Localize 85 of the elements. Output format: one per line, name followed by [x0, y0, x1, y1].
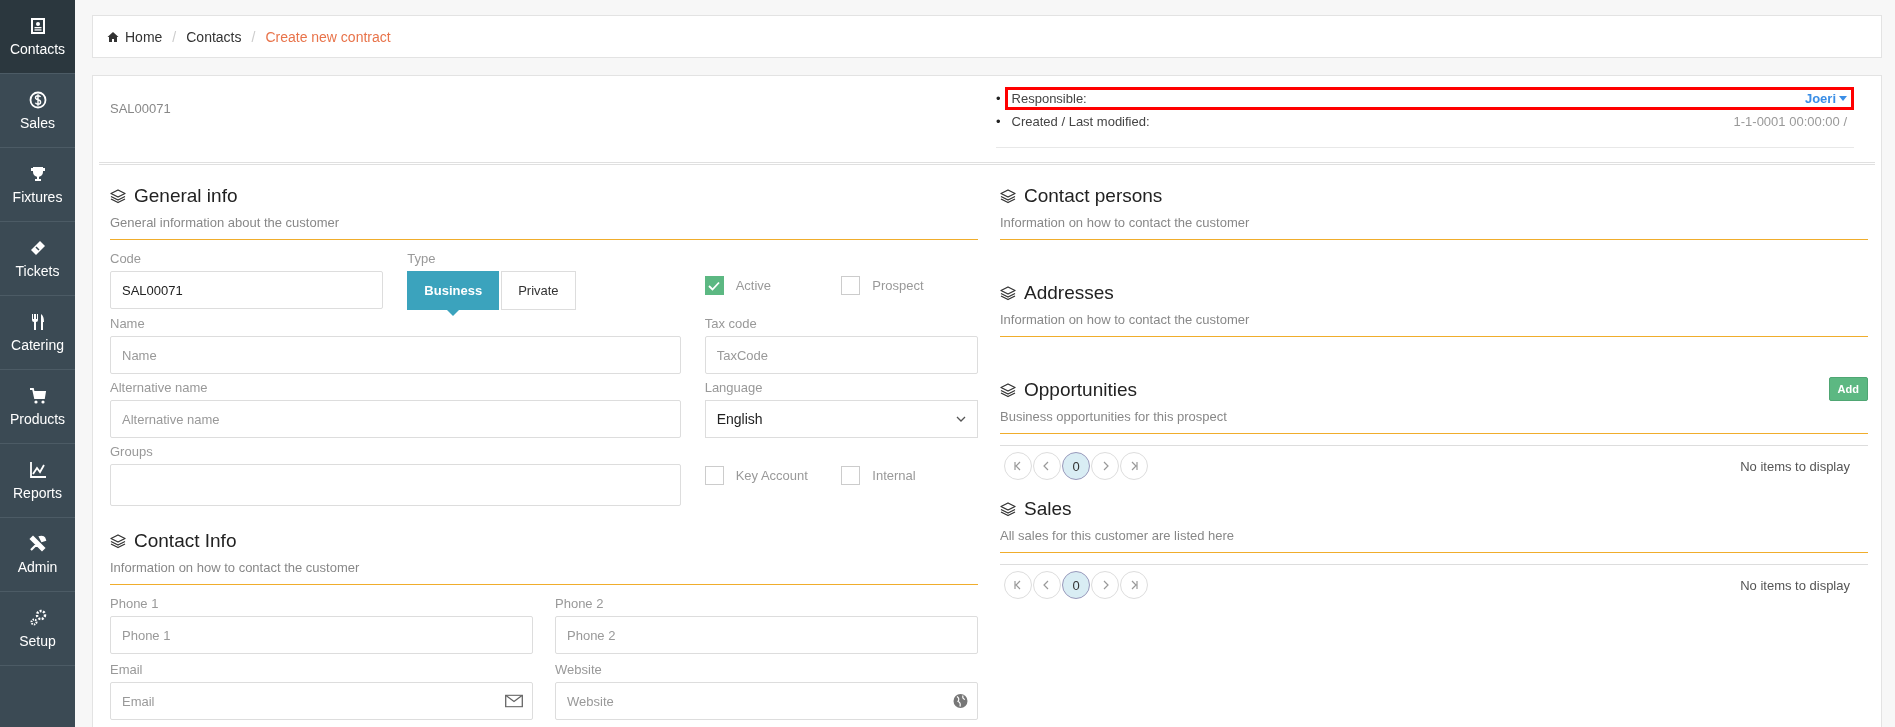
first-page-icon [1013, 461, 1023, 471]
field-label: Phone 1 [110, 596, 160, 611]
checkbox[interactable] [841, 276, 861, 295]
home-icon [107, 30, 119, 43]
field-label: Alternative name [110, 380, 209, 395]
previous-page-button[interactable] [1033, 571, 1061, 599]
text-input[interactable]: Phone 1 [110, 616, 533, 654]
language-select[interactable]: English [704, 400, 978, 438]
layers-icon [110, 188, 126, 204]
section-title: Contact Info [134, 530, 237, 552]
meta-label: Responsible: [1011, 91, 1087, 106]
type-option-button[interactable]: Private [501, 271, 576, 310]
section-subtitle: Business opportunities for this prospect [1000, 409, 1868, 434]
layers-icon [110, 533, 126, 549]
last-page-button[interactable] [1120, 452, 1148, 480]
section-subtitle: Information on how to contact the customer [1000, 215, 1868, 240]
section-title: Contact persons [1024, 185, 1163, 207]
next-page-button[interactable] [1091, 452, 1119, 480]
layers-icon [1000, 285, 1016, 301]
text-input[interactable]: Phone 2 [555, 616, 978, 654]
section-subtitle: General information about the customer [110, 215, 978, 240]
line-chart-icon [27, 460, 48, 480]
page-number-button[interactable]: 0 [1062, 571, 1090, 599]
layers-icon [1000, 188, 1016, 204]
section-subtitle: Information on how to contact the customer [110, 560, 978, 585]
bullet: • [996, 91, 1001, 106]
checkbox-label: Internal [872, 467, 916, 483]
empty-message: No items to display [1740, 577, 1850, 593]
tools-icon [27, 534, 48, 554]
alternative-name-input[interactable]: Alternative name [110, 400, 681, 438]
section-title: General info [134, 185, 238, 207]
checkbox-label: Prospect [872, 278, 924, 293]
field-label: Groups [110, 444, 154, 459]
checkbox[interactable] [704, 276, 724, 295]
layers-icon [1000, 382, 1016, 398]
last-page-button[interactable] [1120, 571, 1148, 599]
breadcrumb-link[interactable]: Contacts [186, 28, 242, 45]
next-page-button[interactable] [1091, 571, 1119, 599]
sidebar-item[interactable]: Contacts [0, 0, 75, 74]
name-input[interactable]: Name [110, 336, 681, 374]
layers-icon [1000, 501, 1016, 517]
text-input[interactable]: Website [555, 682, 978, 720]
checkbox-label: Key Account [735, 467, 808, 483]
first-page-icon [1013, 580, 1023, 590]
envelope-icon [505, 694, 523, 708]
breadcrumb-separator: / [251, 28, 256, 45]
section-title: Opportunities [1024, 379, 1137, 401]
field-label: Tax code [704, 316, 758, 331]
field-label: Email [110, 662, 144, 677]
last-page-icon [1129, 580, 1139, 590]
last-page-icon [1129, 461, 1139, 471]
field-label: Name [110, 316, 146, 331]
text-input[interactable]: Email [110, 682, 533, 720]
first-page-button[interactable] [1004, 452, 1032, 480]
record-code: SAL00071 [110, 101, 171, 118]
field-label: Language [704, 380, 764, 395]
checkbox[interactable] [704, 465, 724, 485]
tax-code-input[interactable]: TaxCode [704, 336, 978, 374]
globe-icon [953, 693, 968, 709]
previous-page-button[interactable] [1033, 452, 1061, 480]
field-label: Website [555, 662, 603, 677]
breadcrumb-link[interactable]: Home [125, 28, 163, 45]
cart-icon [27, 386, 48, 406]
pointer-icon [447, 310, 460, 316]
checkbox-label: Active [735, 278, 772, 293]
meta-value: 1-1-0001 00:00:00 / [1733, 114, 1847, 129]
meta-label: Created / Last modified: [1011, 114, 1150, 129]
section-subtitle: Information on how to contact the customer [1000, 312, 1868, 337]
section-title: Sales [1024, 498, 1072, 520]
field-label: Type [407, 251, 437, 266]
section-title: Addresses [1024, 282, 1114, 304]
field-label: Phone 2 [555, 596, 605, 611]
caret-icon [1839, 96, 1847, 101]
first-page-button[interactable] [1004, 571, 1032, 599]
chevron-down-icon [956, 416, 966, 422]
dollar-icon [27, 90, 48, 110]
page-number-button[interactable]: 0 [1062, 452, 1090, 480]
checkbox[interactable] [841, 465, 861, 485]
breadcrumb-separator: / [172, 28, 177, 45]
section-subtitle: All sales for this customer are listed here [1000, 528, 1868, 553]
code-input[interactable]: SAL00071 [110, 271, 384, 309]
bullet: • [996, 114, 1001, 129]
field-label: Code [110, 251, 143, 266]
groups-input[interactable] [110, 464, 681, 506]
empty-message: No items to display [1740, 458, 1850, 474]
